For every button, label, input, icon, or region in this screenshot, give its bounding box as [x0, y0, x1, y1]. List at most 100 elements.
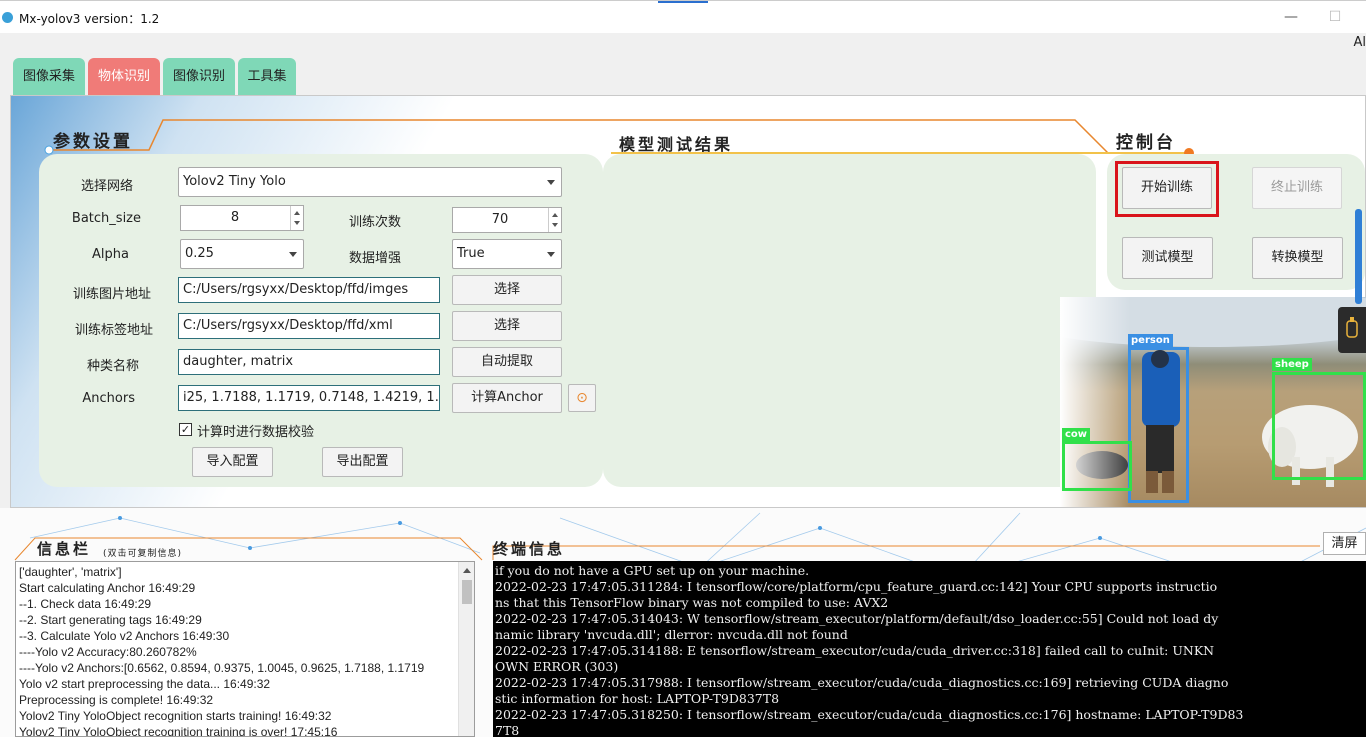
terminal-line: 2022-02-23 17:47:05.311284: I tensorflow…	[495, 579, 1218, 594]
results-section-title: 模型测试结果	[619, 135, 734, 154]
anchors-label: Anchors	[82, 391, 135, 406]
epochs-value: 70	[491, 212, 509, 227]
class-names-input[interactable]: daughter, matrix	[178, 349, 440, 375]
highlight-frame	[1115, 161, 1219, 217]
terminal-line: OWN ERROR (303)	[495, 659, 619, 674]
label-path-input[interactable]: C:/Users/rgsyxx/Desktop/ffd/xml	[178, 313, 440, 339]
list-item[interactable]: ----Yolo v2 Accuracy:80.260782%	[19, 645, 197, 659]
augment-select-value: True	[457, 246, 485, 261]
tab-image-recognition[interactable]: 图像识别	[163, 58, 235, 95]
terminal-line: 2022-02-23 17:47:05.317988: I tensorflow…	[495, 675, 1229, 690]
calculate-anchor-button[interactable]: 计算Anchor	[452, 383, 562, 413]
select-label-path-button[interactable]: 选择	[452, 311, 562, 341]
terminal-line: 7T8	[495, 723, 520, 737]
arrow-up-icon[interactable]	[294, 211, 300, 215]
info-list[interactable]: ['daughter', 'matrix'] Start calculating…	[15, 561, 475, 737]
chevron-down-icon	[289, 252, 297, 257]
test-model-button[interactable]: 测试模型	[1122, 237, 1213, 279]
network-select-value: Yolov2 Tiny Yolo	[183, 174, 286, 189]
list-item[interactable]: --3. Calculate Yolo v2 Anchors 16:49:30	[19, 629, 229, 643]
terminal-line: stic information for host: LAPTOP-T9D837…	[495, 691, 780, 706]
chevron-down-icon	[547, 252, 555, 257]
list-item[interactable]: ['daughter', 'matrix']	[19, 565, 122, 579]
detection-preview-image: person sheep cow	[1060, 297, 1366, 507]
taskbar-accent-line	[658, 1, 708, 3]
validate-checkbox[interactable]: ✓	[179, 423, 192, 436]
sheep-detection-box	[1272, 372, 1366, 480]
maximize-button[interactable]: ☐	[1325, 7, 1345, 27]
list-item[interactable]: Yolov2 Tiny YoloObject recognition start…	[19, 709, 331, 723]
list-item[interactable]: Yolov2 Tiny YoloObject recognition train…	[19, 725, 337, 736]
terminal-line: if you do not have a GPU set up on your …	[495, 563, 810, 578]
auto-extract-button[interactable]: 自动提取	[452, 347, 562, 377]
epochs-label: 训练次数	[348, 215, 401, 230]
list-item[interactable]: --2. Start generating tags 16:49:29	[19, 613, 202, 627]
arrow-down-icon[interactable]	[552, 223, 558, 227]
alpha-select-value: 0.25	[185, 246, 214, 261]
menu-strip-cut-label: Al	[1353, 35, 1366, 50]
clear-screen-button[interactable]: 清屏	[1323, 532, 1366, 555]
results-panel	[603, 154, 1096, 487]
scroll-thumb[interactable]	[462, 580, 472, 604]
batch-size-label: Batch_size	[71, 211, 141, 226]
import-config-button[interactable]: 导入配置	[192, 447, 273, 477]
cow-detection-label: cow	[1062, 428, 1091, 441]
terminal-section-title: 终端信息	[493, 540, 566, 558]
label-path-label: 训练标签地址	[74, 323, 153, 338]
batch-size-spinbox[interactable]: 8	[180, 205, 304, 231]
epochs-spinbox[interactable]: 70	[452, 207, 562, 233]
anchors-input[interactable]: i25, 1.7188, 1.1719, 0.7148, 1.4219, 1.5…	[178, 385, 440, 411]
window-title: Mx-yolov3 version：1.2	[19, 12, 160, 26]
app-icon	[2, 12, 13, 23]
list-item[interactable]: Yolo v2 start preprocessing the data... …	[19, 677, 270, 691]
list-item[interactable]: Start calculating Anchor 16:49:29	[19, 581, 195, 595]
network-select[interactable]: Yolov2 Tiny Yolo	[178, 167, 562, 197]
usb-icon[interactable]	[1338, 307, 1366, 353]
batch-size-stepper[interactable]	[290, 206, 303, 230]
validate-label: 计算时进行数据校验	[197, 425, 315, 440]
person-detection-box	[1128, 347, 1189, 503]
arrow-up-icon[interactable]	[552, 213, 558, 217]
terminal-line: 2022-02-23 17:47:05.314188: E tensorflow…	[495, 643, 1215, 658]
info-section-title: 信息栏	[37, 540, 92, 558]
sheep-detection-label: sheep	[1272, 358, 1312, 371]
tab-toolset[interactable]: 工具集	[238, 58, 296, 95]
image-path-input[interactable]: C:/Users/rgsyxx/Desktop/ffd/imges	[178, 277, 440, 303]
terminal-line: 2022-02-23 17:47:05.314043: W tensorflow…	[495, 611, 1219, 626]
terminal-output[interactable]: if you do not have a GPU set up on your …	[493, 561, 1366, 737]
list-item[interactable]: --1. Check data 16:49:29	[19, 597, 151, 611]
alpha-select[interactable]: 0.25	[180, 239, 304, 269]
terminal-line: namic library 'nvcuda.dll'; dlerror: nvc…	[495, 627, 848, 642]
person-detection-label: person	[1128, 334, 1173, 347]
augment-label: 数据增强	[348, 251, 401, 266]
list-item[interactable]: Preprocessing is complete! 16:49:32	[19, 693, 213, 707]
refresh-icon[interactable]: ⊙	[568, 384, 596, 412]
arrow-up-icon[interactable]	[463, 568, 471, 573]
terminal-line: ns that this TensorFlow binary was not c…	[495, 595, 889, 610]
cow-detection-box	[1062, 441, 1132, 491]
tab-object-recognition[interactable]: 物体识别	[88, 58, 160, 95]
image-path-label: 训练图片地址	[72, 287, 151, 302]
panel-scrollbar[interactable]	[1355, 209, 1362, 304]
params-section-title: 参数设置	[53, 132, 133, 152]
augment-select[interactable]: True	[452, 239, 562, 269]
info-section-subtitle: (双击可复制信息)	[103, 549, 183, 559]
info-scrollbar[interactable]	[458, 562, 474, 736]
terminal-line: 2022-02-23 17:47:05.318250: I tensorflow…	[495, 707, 1244, 722]
epochs-stepper[interactable]	[548, 208, 561, 232]
list-item[interactable]: ----Yolo v2 Anchors:[0.6562, 0.8594, 0.9…	[19, 661, 424, 675]
console-section-title: 控制台	[1116, 133, 1176, 153]
export-config-button[interactable]: 导出配置	[322, 447, 403, 477]
minimize-button[interactable]: —	[1281, 7, 1301, 27]
title-bar: Mx-yolov3 version：1.2 — ☐	[0, 0, 1366, 33]
arrow-down-icon[interactable]	[294, 221, 300, 225]
batch-size-value: 8	[230, 210, 240, 225]
select-image-path-button[interactable]: 选择	[452, 275, 562, 305]
floating-side-tab[interactable]	[1338, 307, 1366, 353]
menu-strip: Al	[0, 33, 1366, 53]
convert-model-button[interactable]: 转换模型	[1252, 237, 1343, 279]
stop-training-button[interactable]: 终止训练	[1252, 167, 1342, 209]
chevron-down-icon	[547, 180, 555, 185]
tab-image-capture[interactable]: 图像采集	[13, 58, 85, 95]
network-label: 选择网络	[80, 179, 133, 194]
